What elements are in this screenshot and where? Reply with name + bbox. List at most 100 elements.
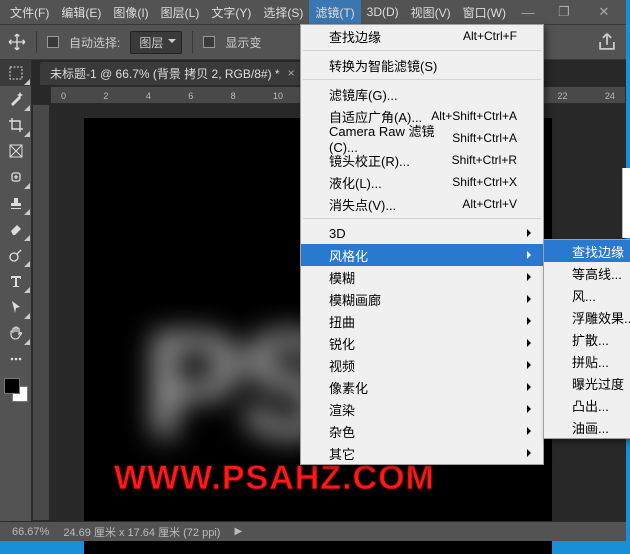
menu-image[interactable]: 图像(I) [107, 0, 154, 25]
ruler-vertical [32, 104, 50, 521]
filter-blur-gallery[interactable]: 模糊画廊 [301, 288, 543, 310]
close-tab-icon[interactable]: × [288, 66, 295, 80]
tool-dodge[interactable] [0, 242, 31, 268]
menu-item-label: 拼贴... [572, 352, 609, 371]
menu-item-label: 风... [572, 286, 596, 305]
ruler-tick: 0 [61, 91, 66, 103]
tool-eraser[interactable] [0, 216, 31, 242]
filter-camera-raw[interactable]: Camera Raw 滤镜(C)...Shift+Ctrl+A [301, 127, 543, 149]
filter-vanishing-point[interactable]: 消失点(V)...Alt+Ctrl+V [301, 193, 543, 215]
menu-item-label: 风格化 [329, 246, 368, 265]
foreground-color-swatch[interactable] [4, 378, 20, 394]
menu-view[interactable]: 视图(V) [405, 0, 457, 25]
share-icon[interactable] [596, 31, 618, 53]
submenu-arrow-icon [527, 405, 535, 413]
window-minimize-button[interactable]: — [510, 0, 546, 24]
filter-render[interactable]: 渲染 [301, 398, 543, 420]
menu-layer[interactable]: 图层(L) [155, 0, 206, 25]
auto-select-target-dropdown[interactable]: 图层 [130, 31, 182, 54]
window-maximize-button[interactable]: ❐ [546, 0, 582, 24]
menu-separator [303, 50, 541, 51]
show-transform-checkbox[interactable] [203, 36, 215, 48]
menu-item-label: 像素化 [329, 378, 368, 397]
tool-stamp[interactable] [0, 190, 31, 216]
status-disclosure-icon[interactable]: ▶ [234, 526, 242, 537]
show-transform-label: 显示变 [225, 34, 261, 51]
filter-last[interactable]: 查找边缘 Alt+Ctrl+F [301, 25, 543, 47]
ruler-tick: 10 [273, 91, 283, 103]
stylize-find-edges[interactable]: 查找边缘 [544, 240, 630, 262]
tool-more[interactable] [0, 346, 31, 372]
menu-item-label: 其它 [329, 444, 355, 463]
menu-file[interactable]: 文件(F) [4, 0, 55, 25]
menu-item-label: 等高线... [572, 264, 622, 283]
menu-item-label: 液化(L)... [329, 173, 382, 192]
menu-separator [303, 79, 541, 80]
submenu-arrow-icon [527, 383, 535, 391]
stylize-tiles[interactable]: 拼贴... [544, 350, 630, 372]
menu-type[interactable]: 文字(Y) [205, 0, 257, 25]
stylize-solarize[interactable]: 曝光过度 [544, 372, 630, 394]
submenu-arrow-icon [527, 339, 535, 347]
submenu-arrow-icon [527, 361, 535, 369]
zoom-level[interactable]: 66.67% [12, 526, 49, 538]
filter-pixelate[interactable]: 像素化 [301, 376, 543, 398]
filter-other[interactable]: 其它 [301, 442, 543, 464]
filter-blur[interactable]: 模糊 [301, 266, 543, 288]
stylize-oil-paint[interactable]: 油画... [544, 416, 630, 438]
filter-sharpen[interactable]: 锐化 [301, 332, 543, 354]
filter-noise[interactable]: 杂色 [301, 420, 543, 442]
menu-item-label: 滤镜库(G)... [329, 85, 398, 104]
menu-item-label: 模糊画廊 [329, 290, 381, 309]
filter-video[interactable]: 视频 [301, 354, 543, 376]
menu-filter[interactable]: 滤镜(T) [309, 0, 360, 25]
menu-item-label: 查找边缘 [572, 242, 624, 261]
menu-window[interactable]: 窗口(W) [457, 0, 512, 25]
ruler-tick: 2 [103, 91, 108, 103]
document-dimensions: 24.69 厘米 x 17.64 厘米 (72 ppi) [63, 524, 220, 540]
menu-3d[interactable]: 3D(D) [361, 1, 405, 23]
filter-stylize[interactable]: 风格化 [301, 244, 543, 266]
submenu-arrow-icon [527, 295, 535, 303]
document-tab[interactable]: 未标题-1 @ 66.7% (背景 拷贝 2, RGB/8#) * × [40, 62, 305, 85]
window-close-button[interactable]: ✕ [582, 0, 626, 24]
tool-magic-wand[interactable] [0, 86, 31, 112]
filter-gallery[interactable]: 滤镜库(G)... [301, 83, 543, 105]
tool-hand[interactable] [0, 320, 31, 346]
menu-item-label: 锐化 [329, 334, 355, 353]
filter-menu-dropdown: 查找边缘 Alt+Ctrl+F 转换为智能滤镜(S) 滤镜库(G)... 自适应… [300, 24, 544, 465]
menu-item-label: 转换为智能滤镜(S) [329, 56, 437, 75]
filter-3d[interactable]: 3D [301, 222, 543, 244]
menu-separator [303, 218, 541, 219]
behind-window-sliver [622, 168, 630, 238]
submenu-arrow-icon [527, 229, 535, 237]
tool-healing[interactable] [0, 164, 31, 190]
ruler-tick: 22 [557, 91, 567, 103]
tool-crop[interactable] [0, 112, 31, 138]
auto-select-checkbox[interactable] [47, 36, 59, 48]
stylize-diffuse[interactable]: 扩散... [544, 328, 630, 350]
submenu-arrow-icon [527, 449, 535, 457]
menu-item-label: 曝光过度 [572, 374, 624, 393]
menu-item-label: 消失点(V)... [329, 195, 396, 214]
menu-item-label: 视频 [329, 356, 355, 375]
stylize-emboss[interactable]: 浮雕效果... [544, 306, 630, 328]
stylize-trace-contour[interactable]: 等高线... [544, 262, 630, 284]
tool-path-select[interactable] [0, 294, 31, 320]
filter-lens-correction[interactable]: 镜头校正(R)...Shift+Ctrl+R [301, 149, 543, 171]
menu-item-label: 查找边缘 [329, 27, 381, 46]
tool-frame[interactable] [0, 138, 31, 164]
status-bar: 66.67% 24.69 厘米 x 17.64 厘米 (72 ppi) ▶ [0, 521, 626, 541]
tool-marquee[interactable] [0, 60, 31, 86]
menu-select[interactable]: 选择(S) [257, 0, 309, 25]
tool-type[interactable] [0, 268, 31, 294]
filter-distort[interactable]: 扭曲 [301, 310, 543, 332]
stylize-wind[interactable]: 风... [544, 284, 630, 306]
color-swatches[interactable] [0, 376, 31, 404]
menu-shortcut: Shift+Ctrl+R [452, 153, 517, 167]
stylize-extrude[interactable]: 凸出... [544, 394, 630, 416]
filter-liquify[interactable]: 液化(L)...Shift+Ctrl+X [301, 171, 543, 193]
menu-shortcut: Alt+Ctrl+F [463, 29, 517, 43]
filter-convert-smart[interactable]: 转换为智能滤镜(S) [301, 54, 543, 76]
menu-edit[interactable]: 编辑(E) [55, 0, 107, 25]
